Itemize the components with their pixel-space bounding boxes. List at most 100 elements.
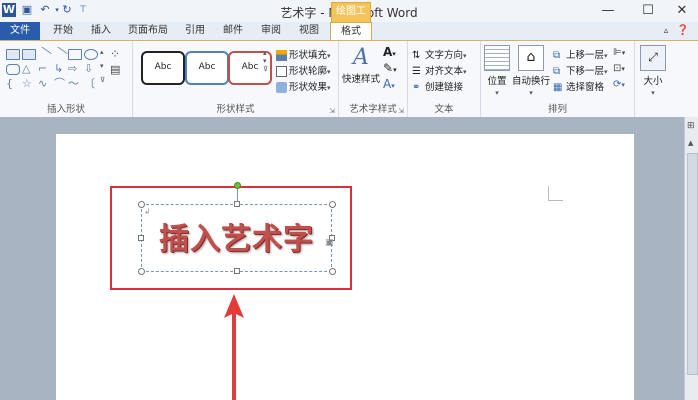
scribble-shape-icon[interactable]: 〜 — [68, 78, 80, 89]
arrow-shape-icon[interactable] — [52, 46, 68, 62]
wordart-a-icon: A — [353, 45, 369, 70]
chevron-down-icon: ▾ — [651, 89, 655, 97]
bring-forward-icon: ⧉ — [553, 50, 561, 61]
group-label-shape-styles: 形状样式 — [216, 104, 255, 115]
shape-fill-button[interactable]: 形状填充▾ — [276, 47, 331, 61]
chevron-down-icon: ▾ — [604, 52, 608, 60]
tab-file[interactable]: 文件 — [0, 22, 40, 40]
vertical-scrollbar[interactable]: ⊞ ▲ — [684, 117, 698, 400]
resize-handle-bottom-right[interactable] — [329, 268, 336, 275]
resize-handle-bottom[interactable] — [234, 268, 240, 274]
star-shape-icon[interactable]: ☆ — [22, 78, 34, 89]
triangle-shape-icon[interactable]: △ — [22, 63, 34, 74]
tab-references[interactable]: 引用 — [180, 22, 210, 40]
line-shape-icon[interactable] — [36, 46, 52, 62]
wrap-text-button[interactable]: ⌂ 自动换行 ▾ — [511, 45, 551, 98]
down-arrow-shape-icon[interactable]: ⇩ — [84, 63, 96, 74]
layout-options-icon[interactable]: ▣ — [325, 238, 334, 248]
tab-format[interactable]: 格式 — [330, 22, 372, 42]
rectangle-shape-icon[interactable] — [68, 49, 82, 60]
text-effects-icon[interactable]: A▾ — [383, 77, 395, 91]
curved-arrow-shape-icon[interactable]: ↳ — [54, 63, 66, 74]
tab-insert[interactable]: 插入 — [86, 22, 116, 40]
quick-styles-button[interactable]: A 快速样式 — [341, 45, 381, 85]
rotate-handle[interactable] — [234, 182, 241, 189]
group-insert-shapes: △ ⌐ ↳ ⇨ ⇩ { ☆ ∿ ⌒ 〜 〔 ▴ ▾ ⊽ ⁘ ▤ 插入形状 — [0, 41, 133, 117]
textbox-shape-icon[interactable] — [6, 49, 20, 60]
shape-outline-button[interactable]: 形状轮廓▾ — [276, 63, 331, 77]
chevron-down-icon: ▾ — [327, 52, 331, 60]
oval-shape-icon[interactable] — [84, 49, 98, 60]
red-arrow-annotation — [224, 294, 244, 400]
minimize-button[interactable]: — — [594, 2, 622, 20]
maximize-button[interactable]: ☐ — [634, 2, 662, 20]
rounded-rect-shape-icon[interactable] — [6, 64, 20, 75]
shapes-scroll-down-icon[interactable]: ▾ — [100, 61, 104, 71]
text-direction-button[interactable]: ⇅ 文字方向▾ — [412, 47, 467, 61]
chevron-down-icon: ▾ — [327, 84, 331, 92]
selection-pane-button[interactable]: ▦ 选择窗格 — [553, 79, 604, 93]
shape-style-sample-blue[interactable]: Abc — [185, 51, 229, 85]
group-objects-icon[interactable]: ⊡▾ — [613, 63, 625, 74]
group-shape-styles: Abc Abc Abc ▴ ▾ ⊽ 形状填充▾ 形状轮廓▾ 形状效果▾ 形状样式 ⇲ — [133, 41, 339, 117]
chevron-down-icon: ▾ — [604, 68, 608, 76]
vertical-textbox-shape-icon[interactable] — [22, 49, 36, 60]
curve-shape-icon[interactable]: ∿ — [38, 78, 50, 89]
chevron-down-icon: ▾ — [463, 68, 467, 76]
size-button[interactable]: ⤢ 大小 ▾ — [639, 45, 667, 98]
title-bar: W ▣ ↶ ▾ ↻ ⊤ 艺术字 - Microsoft Word 绘图工具 — … — [0, 0, 698, 35]
shape-effects-button[interactable]: 形状效果▾ — [276, 79, 331, 93]
resize-handle-top-right[interactable] — [329, 201, 336, 208]
freeform-shape-icon[interactable]: ⌒ — [54, 78, 66, 89]
group-label-wordart-styles: 艺术字样式 — [349, 104, 397, 115]
elbow-connector-shape-icon[interactable]: ⌐ — [38, 63, 50, 74]
tab-page-layout[interactable]: 页面布局 — [124, 22, 172, 40]
scrollbar-thumb[interactable] — [687, 153, 698, 375]
align-text-button[interactable]: ☰ 对齐文本▾ — [412, 63, 467, 77]
size-icon: ⤢ — [640, 45, 666, 71]
send-backward-icon: ⧉ — [553, 66, 561, 77]
shape-style-sample-black[interactable]: Abc — [141, 51, 185, 85]
rotate-objects-icon[interactable]: ⟳▾ — [613, 79, 625, 90]
group-text: ⇅ 文字方向▾ ☰ 对齐文本▾ ⚭ 创建链接 文本 — [408, 41, 481, 117]
position-button[interactable]: 位置 ▾ — [483, 45, 511, 98]
wordart-text[interactable]: 插入艺术字 — [141, 214, 332, 258]
shapes-more-icon[interactable]: ⊽ — [100, 75, 105, 85]
text-fill-icon[interactable]: A▾ — [383, 45, 396, 59]
collapse-ribbon-icon[interactable]: ▵ — [660, 22, 672, 40]
scroll-up-icon[interactable]: ▲ — [688, 139, 693, 147]
drawing-tools-context-label: 绘图工具 — [331, 2, 371, 35]
link-icon: ⚭ — [412, 82, 421, 93]
shape-styles-scroll-icon[interactable]: ▴ ▾ ⊽ — [263, 49, 268, 73]
shape-styles-dialog-launcher-icon[interactable]: ⇲ — [329, 107, 335, 115]
send-backward-button[interactable]: ⧉ 下移一层▾ — [553, 63, 608, 77]
group-arrange: 位置 ▾ ⌂ 自动换行 ▾ ⧉ 上移一层▾ ⧉ 下移一层▾ ▦ 选择窗格 ⊫▾ ⊡▾ ⟳▾… — [481, 41, 635, 117]
bring-forward-label: 上移一层 — [566, 50, 605, 61]
text-direction-icon: ⇅ — [412, 50, 421, 61]
shape-effects-icon — [276, 82, 287, 93]
edit-shape-icon[interactable]: ⁘ — [110, 47, 120, 61]
bracket-shape-icon[interactable]: 〔 — [84, 78, 96, 89]
draw-textbox-icon[interactable]: ▤ — [110, 63, 120, 76]
brace-shape-icon[interactable]: { — [6, 78, 18, 89]
tab-mailings[interactable]: 邮件 — [218, 22, 248, 40]
text-outline-icon[interactable]: ✎▾ — [383, 61, 397, 75]
right-arrow-shape-icon[interactable]: ⇨ — [68, 63, 80, 74]
close-button[interactable]: ✕ — [668, 2, 696, 20]
quick-styles-label: 快速样式 — [341, 74, 380, 85]
wordart-dialog-launcher-icon[interactable]: ⇲ — [398, 107, 404, 115]
align-text-label: 对齐文本 — [425, 66, 464, 77]
align-objects-icon[interactable]: ⊫▾ — [613, 47, 625, 58]
resize-handle-bottom-left[interactable] — [138, 268, 145, 275]
bring-forward-button[interactable]: ⧉ 上移一层▾ — [553, 47, 608, 61]
shape-outline-label: 形状轮廓 — [289, 66, 328, 77]
tab-home[interactable]: 开始 — [48, 22, 78, 40]
create-link-button[interactable]: ⚭ 创建链接 — [412, 79, 463, 93]
help-icon[interactable]: ❓ — [676, 22, 690, 40]
size-label: 大小 — [643, 76, 663, 87]
tab-review[interactable]: 审阅 — [256, 22, 286, 40]
resize-handle-top[interactable] — [234, 201, 240, 207]
tab-view[interactable]: 视图 — [294, 22, 324, 40]
ruler-toggle-icon[interactable]: ⊞ — [687, 121, 695, 131]
shapes-scroll-up-icon[interactable]: ▴ — [100, 47, 104, 57]
